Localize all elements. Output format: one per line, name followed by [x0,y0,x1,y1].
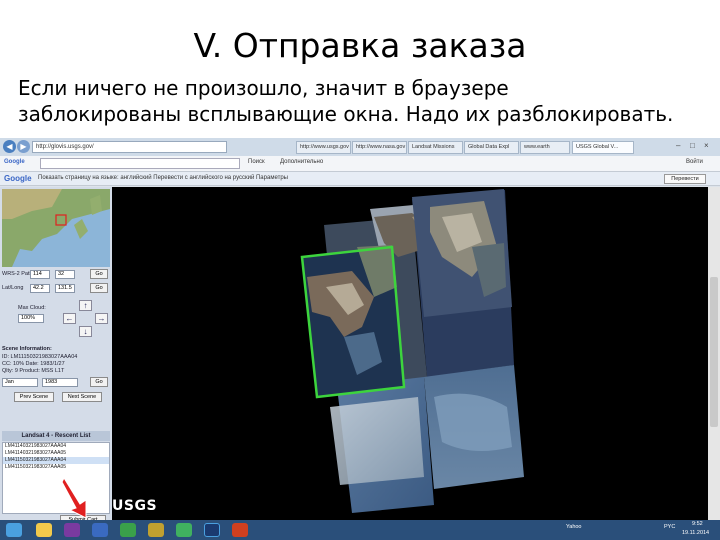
next-scene-button[interactable]: Next Scene [62,392,102,402]
red-arrow-pointer [62,476,87,519]
browser-tab[interactable]: Landsat Missions [408,141,463,154]
translate-text: Показать страницу на языке: английский П… [38,175,288,181]
browser-tab[interactable]: http://www.usgs.gov [296,141,351,154]
max-cloud-select[interactable]: 100% [18,314,44,323]
app-icon[interactable] [232,523,248,537]
scene-info-line: ID: LM11150321983027AAA04 [2,354,78,360]
minimize-button[interactable]: – [676,141,680,150]
photoshop-icon[interactable] [204,523,220,537]
browser-icon[interactable] [64,523,80,537]
slide-title: V. Отправка заказа [193,26,527,65]
list-item[interactable]: LM41140321983027AAA04 [3,443,109,450]
explorer-icon[interactable] [36,523,52,537]
row-input[interactable]: 32 [55,270,75,279]
browser-tab[interactable]: Global Data Expl [464,141,519,154]
max-cloud-label: Max Cloud: [18,305,46,311]
list-item[interactable]: LM41140321983027AAA05 [3,450,109,457]
translate-bar: Google Показать страницу на языке: англи… [0,172,720,186]
left-control-panel: WRS-2 Path/Row 114 32 Go Lat/Long 42.2 1… [0,187,112,525]
scene-list[interactable]: LM41140321983027AAA04 LM41140321983027AA… [2,442,110,514]
lat-long-go-button[interactable]: Go [90,283,108,293]
lat-input[interactable]: 42.2 [30,284,50,293]
slide-text-line-1: Если ничего не произошло, значит в брауз… [18,76,509,100]
long-input[interactable]: 131.5 [55,284,75,293]
path-input[interactable]: 114 [30,270,50,279]
arrow-right-icon[interactable]: → [95,313,108,324]
start-icon[interactable] [6,523,22,537]
address-bar[interactable]: http://glovis.usgs.gov/ [32,141,227,153]
translate-button[interactable]: Перевести [664,174,706,184]
scene-list-title: Landsat 4 - Rescent List [2,431,110,441]
browser-tab-active[interactable]: USGS Global V... [572,141,634,154]
month-select[interactable]: Jan [2,378,38,387]
app-icon[interactable] [120,523,136,537]
windows-taskbar: Yahoo PYC 9:52 19.11.2014 [0,520,720,540]
translate-logo: Google [4,174,32,183]
map-scrollbar[interactable] [708,187,720,520]
scene-tiles[interactable] [112,187,708,520]
prev-scene-button[interactable]: Prev Scene [14,392,54,402]
overview-map[interactable] [2,189,110,267]
toolbar-signin-button[interactable]: Войти [686,159,703,165]
tray-clock-time: 9:52 [692,521,703,527]
map-viewer[interactable] [112,187,708,520]
browser-tab[interactable]: www.earth [520,141,570,154]
app-icon[interactable] [92,523,108,537]
browser-tab[interactable]: http://www.nasa.gov [352,141,407,154]
list-item[interactable]: LM41150321983027AAA05 [3,464,109,471]
list-item[interactable]: LM41150321983027AAA04 [3,457,109,464]
back-icon[interactable]: ◀ [3,140,16,153]
scene-info-title: Scene Information: [2,346,52,352]
arrow-left-icon[interactable]: ← [63,313,76,324]
browser-tabbar: ◀ ▶ http://glovis.usgs.gov/ http://www.u… [0,138,720,156]
toolbar-more-button[interactable]: Дополнительно [280,159,323,165]
arrow-down-icon[interactable]: ↓ [79,326,92,337]
path-row-go-button[interactable]: Go [90,269,108,279]
forward-icon[interactable]: ▶ [17,140,30,153]
app-icon[interactable] [148,523,164,537]
year-select[interactable]: 1983 [42,378,78,387]
date-go-button[interactable]: Go [90,377,108,387]
google-toolbar: Google Поиск Дополнительно Войти [0,156,720,172]
maximize-button[interactable]: □ [690,141,695,150]
arrow-up-icon[interactable]: ↑ [79,300,92,311]
app-icon[interactable] [176,523,192,537]
scene-info-line: CC: 10% Date: 1983/1/27 [2,361,65,367]
browser-screenshot: ◀ ▶ http://glovis.usgs.gov/ http://www.u… [0,138,720,540]
tray-clock-date: 19.11.2014 [682,530,710,536]
lat-long-label: Lat/Long [2,285,24,291]
scrollbar-thumb[interactable] [710,277,718,427]
toolbar-search-button[interactable]: Поиск [248,159,265,165]
usgs-logo: USGS [112,498,158,514]
scene-info-line: Qlty: 9 Product: MSS L1T [2,368,65,374]
tray-yahoo: Yahoo [566,524,582,530]
google-search-input[interactable] [40,158,240,169]
tray-language[interactable]: PYC [664,524,675,530]
google-logo: Google [4,159,25,165]
close-button[interactable]: × [704,141,709,150]
slide-text-line-2: заблокированы всплывающие окна. Надо их … [18,102,674,126]
